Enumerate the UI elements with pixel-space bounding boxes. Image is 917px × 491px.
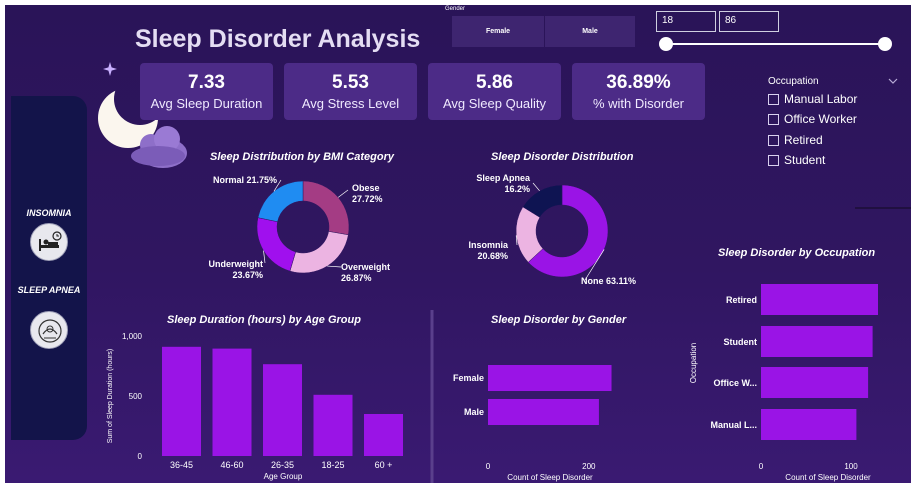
bar-age-60 + (364, 414, 403, 456)
bar-age-26-35 (263, 364, 302, 456)
slice-label: 27.72% (352, 194, 383, 204)
bar-occupation-2 (761, 326, 873, 357)
y-tick-label: 0 (138, 452, 143, 461)
bar-occupation-3 (761, 367, 869, 398)
bar-occupation-4 (761, 409, 857, 440)
slice-label: Insomnia (468, 240, 509, 250)
x-axis-label: Count of Sleep Disorder (507, 473, 593, 482)
x-tick-label: 0 (486, 462, 491, 471)
donut-slice-normal (257, 180, 304, 223)
y-axis-label: Sum of Sleep Duration (hours) (107, 349, 114, 444)
slice-label: Obese (352, 183, 380, 193)
y-tick-label: Retired (726, 295, 757, 305)
dashboard: Sleep Disorder Analysis Gender Female Ma… (5, 5, 911, 483)
bar-age-46-60 (212, 348, 252, 456)
x-axis-label: Count of Sleep Disorder (785, 473, 871, 482)
x-tick-label: 26-35 (271, 460, 294, 470)
bar-age-18-25 (313, 394, 353, 456)
y-tick-label: Office W... (713, 378, 757, 388)
slice-label: 20.68% (477, 251, 508, 261)
y-tick-label: Female (453, 373, 484, 383)
charts-canvas: Obese27.72% Overweight26.87% Underweight23… (107, 173, 878, 483)
y-tick-label: Male (464, 407, 484, 417)
x-tick-label: 60 + (375, 460, 393, 470)
y-axis-label: Occupation (689, 343, 698, 383)
y-tick-label: 1,000 (122, 332, 143, 341)
bar-occupation-1 (761, 284, 878, 315)
bar-gender-male (488, 399, 599, 425)
x-tick-label: 36-45 (170, 460, 193, 470)
y-tick-label: Manual L... (710, 420, 757, 430)
slice-label: 26.87% (341, 273, 372, 283)
slice-label: 16.2% (504, 184, 530, 194)
y-tick-label: 500 (129, 392, 143, 401)
slice-label: Overweight (341, 262, 390, 272)
bar-age-36-45 (162, 346, 201, 456)
slice-leader-line (327, 265, 342, 268)
x-tick-label: 0 (759, 462, 764, 471)
slice-label: 23.67% (232, 270, 263, 280)
slice-leader-line (337, 189, 349, 198)
x-tick-label: 100 (844, 462, 858, 471)
y-tick-label: Student (724, 337, 758, 347)
x-tick-label: 18-25 (321, 460, 344, 470)
bar-gender-female (488, 365, 612, 391)
slice-label: Normal 21.75% (213, 175, 277, 185)
donut-slice-obese (302, 180, 350, 236)
slice-label: Underweight (208, 259, 263, 269)
x-tick-label: 200 (582, 462, 596, 471)
x-axis-label: Age Group (264, 472, 303, 481)
slice-leader-line (532, 182, 540, 192)
slice-label: None 63.11% (581, 276, 636, 286)
slice-label: Sleep Apnea (476, 173, 531, 183)
x-tick-label: 46-60 (220, 460, 243, 470)
